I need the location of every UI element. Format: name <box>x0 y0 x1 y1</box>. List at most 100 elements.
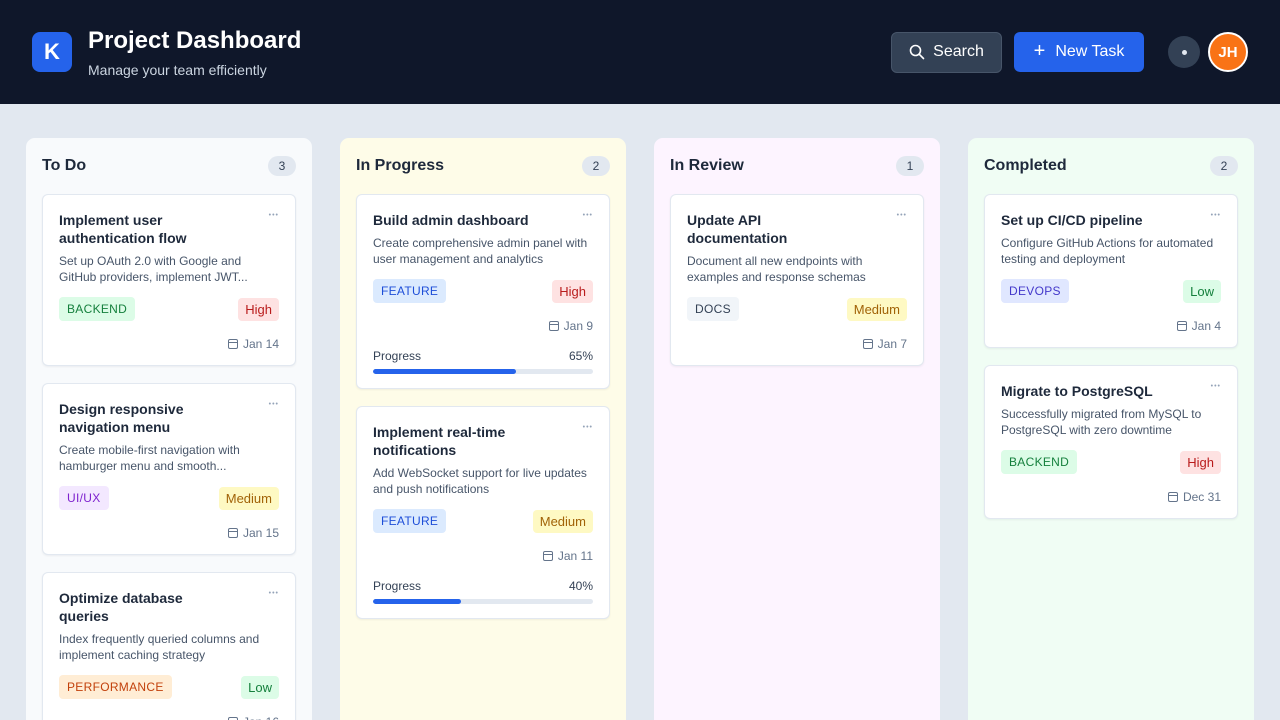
due-date: Jan 14 <box>59 337 279 351</box>
avatar[interactable]: JH <box>1208 32 1248 72</box>
page-subtitle: Manage your team efficiently <box>88 62 267 78</box>
task-card[interactable]: Migrate to PostgreSQL ••• Successfully mig… <box>984 365 1238 519</box>
card-header: Migrate to PostgreSQL ••• <box>1001 382 1221 400</box>
search-button[interactable]: Search <box>891 31 1002 73</box>
task-card[interactable]: Implement real-time notifications ••• Add … <box>356 406 610 619</box>
more-icon[interactable]: ••• <box>269 211 279 221</box>
search-icon <box>909 44 925 60</box>
card-header: Implement user authentication flow ••• <box>59 211 279 247</box>
card-header: Update API documentation ••• <box>687 211 907 247</box>
priority-badge: Medium <box>532 509 593 533</box>
due-date-text: Jan 9 <box>563 319 593 333</box>
priority-badge: High <box>552 279 593 303</box>
priority-badge: High <box>1180 450 1221 474</box>
card-header: Set up CI/CD pipeline ••• <box>1001 211 1221 229</box>
due-date: Jan 7 <box>687 337 907 351</box>
column-header: Completed 2 <box>984 154 1238 178</box>
more-icon[interactable]: ••• <box>1211 211 1221 221</box>
new-task-button[interactable]: + New Task <box>1014 32 1144 72</box>
task-card[interactable]: Build admin dashboard ••• Create comprehen… <box>356 194 610 389</box>
card-title: Optimize database queries <box>59 590 183 624</box>
status-toggle-button[interactable] <box>1168 36 1200 68</box>
category-badge[interactable]: FEATURE <box>373 509 447 533</box>
due-date: Jan 9 <box>373 319 593 333</box>
header-titles: Project Dashboard Manage your team effic… <box>88 26 301 78</box>
progress-track <box>373 369 593 374</box>
more-icon[interactable]: ••• <box>583 423 593 433</box>
priority-badge: Medium <box>846 297 907 321</box>
progress-fill <box>373 369 516 374</box>
column-count-badge: 1 <box>896 156 924 176</box>
task-card[interactable]: Update API documentation ••• Document all … <box>670 194 924 366</box>
calendar-icon <box>1176 321 1187 331</box>
progress-value: 40% <box>568 579 593 593</box>
priority-badge: Low <box>241 675 279 699</box>
due-date: Jan 11 <box>373 549 593 563</box>
progress-value: 65% <box>568 349 593 363</box>
column-title: Completed <box>984 157 1067 174</box>
card-description: Create comprehensive admin panel with us… <box>373 236 588 266</box>
more-icon[interactable]: ••• <box>1211 382 1221 392</box>
card-tags: DOCS Medium <box>687 297 907 321</box>
progress-section: Progress 65% <box>373 349 593 374</box>
task-card[interactable]: Set up CI/CD pipeline ••• Configure GitHub… <box>984 194 1238 348</box>
card-title: Set up CI/CD pipeline <box>1001 212 1143 228</box>
progress-track <box>373 599 593 604</box>
progress-header: Progress 40% <box>373 579 593 593</box>
kanban-column: Completed 2 Set up CI/CD pipeline ••• Config… <box>967 137 1255 720</box>
task-card[interactable]: Design responsive navigation menu ••• Crea… <box>42 383 296 555</box>
search-label: Search <box>933 43 984 60</box>
app-logo[interactable]: K <box>32 32 72 72</box>
card-description: Add WebSocket support for live updates a… <box>373 466 587 496</box>
card-tags: PERFORMANCE Low <box>59 675 279 699</box>
category-badge[interactable]: FEATURE <box>373 279 447 303</box>
page-title: Project Dashboard <box>88 27 302 54</box>
calendar-icon <box>227 339 238 349</box>
category-badge[interactable]: UI/UX <box>59 486 109 510</box>
calendar-icon <box>227 528 238 538</box>
card-description: Document all new endpoints with examples… <box>687 254 866 284</box>
calendar-icon <box>548 321 559 331</box>
column-count-badge: 2 <box>582 156 610 176</box>
column-title: In Progress <box>356 157 445 174</box>
due-date: Dec 31 <box>1001 490 1221 504</box>
calendar-icon <box>862 339 873 349</box>
due-date-text: Jan 14 <box>242 337 279 351</box>
category-badge[interactable]: BACKEND <box>59 297 136 321</box>
task-card[interactable]: Optimize database queries ••• Index freque… <box>42 572 296 720</box>
calendar-icon <box>1167 492 1178 502</box>
kanban-column: To Do 3 Implement user authentication flow… <box>25 137 313 720</box>
progress-header: Progress 65% <box>373 349 593 363</box>
due-date: Jan 15 <box>59 526 279 540</box>
more-icon[interactable]: ••• <box>583 211 593 221</box>
card-description: Configure GitHub Actions for automated t… <box>1001 236 1214 266</box>
card-tags: BACKEND High <box>1001 450 1221 474</box>
due-date-text: Jan 4 <box>1191 319 1221 333</box>
card-tags: UI/UX Medium <box>59 486 279 510</box>
card-header: Optimize database queries ••• <box>59 589 279 625</box>
column-count-badge: 3 <box>268 156 296 176</box>
card-title: Design responsive navigation menu <box>59 401 184 435</box>
card-title: Update API documentation <box>687 212 788 246</box>
card-tags: DEVOPS Low <box>1001 279 1221 303</box>
more-icon[interactable]: ••• <box>269 400 279 410</box>
progress-fill <box>373 599 461 604</box>
plus-icon: + <box>1033 40 1046 62</box>
category-badge[interactable]: DOCS <box>687 297 739 321</box>
task-card[interactable]: Implement user authentication flow ••• Set… <box>42 194 296 366</box>
card-title: Build admin dashboard <box>373 212 529 228</box>
card-header: Design responsive navigation menu ••• <box>59 400 279 436</box>
column-title: To Do <box>42 157 87 174</box>
category-badge[interactable]: BACKEND <box>1001 450 1078 474</box>
more-icon[interactable]: ••• <box>897 211 907 221</box>
card-title: Migrate to PostgreSQL <box>1001 383 1153 399</box>
category-badge[interactable]: PERFORMANCE <box>59 675 172 699</box>
card-title: Implement user authentication flow <box>59 212 187 246</box>
progress-label: Progress <box>373 349 422 363</box>
kanban-column: In Review 1 Update API documentation ••• Doc… <box>653 137 941 720</box>
card-tags: FEATURE High <box>373 279 593 303</box>
due-date-text: Jan 16 <box>243 715 279 720</box>
due-date-text: Dec 31 <box>1182 490 1221 504</box>
more-icon[interactable]: ••• <box>269 589 279 599</box>
category-badge[interactable]: DEVOPS <box>1001 279 1069 303</box>
